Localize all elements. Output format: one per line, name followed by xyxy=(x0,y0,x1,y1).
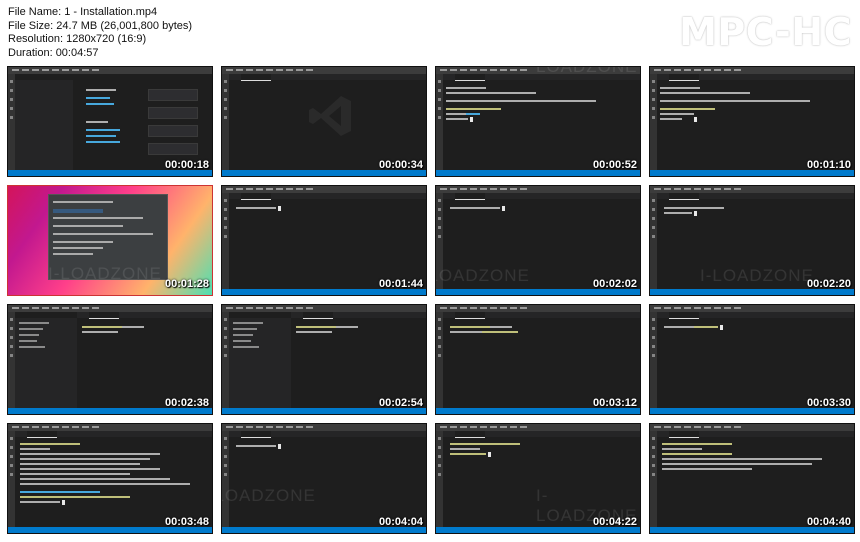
activity-bar xyxy=(222,312,229,408)
timestamp: 00:01:44 xyxy=(378,278,423,290)
file-size: File Size: 24.7 MB (26,001,800 bytes) xyxy=(8,19,193,32)
vscode-logo-icon xyxy=(309,96,351,136)
activity-bar xyxy=(8,431,15,527)
thumbnail-15[interactable]: 00:04:22 I-LOADZONE xyxy=(435,423,641,534)
activity-bar xyxy=(436,431,443,527)
timestamp: 00:01:10 xyxy=(806,159,851,171)
thumbnail-4[interactable]: 00:01:10 xyxy=(649,66,855,177)
timestamp: 00:03:48 xyxy=(164,516,209,528)
watermark: I-LOADZONE xyxy=(436,266,530,285)
thumbnail-10[interactable]: 00:02:54 xyxy=(221,304,427,415)
resolution: Resolution: 1280x720 (16:9) xyxy=(8,33,147,46)
timestamp: 00:04:40 xyxy=(806,516,851,528)
activity-bar xyxy=(8,74,15,170)
timestamp: 00:01:28 xyxy=(164,278,209,290)
vscode-menubar xyxy=(8,67,212,74)
thumbnail-grid: 00:00:18 00:00:34 I-LOADZONE 00:00:52 I-… xyxy=(7,66,855,534)
thumbnail-11[interactable]: 00:03:12 xyxy=(435,304,641,415)
watermark: I-LOADZONE xyxy=(700,266,814,285)
activity-bar xyxy=(222,74,229,170)
duration: Duration: 00:04:57 xyxy=(8,46,99,59)
thumbnail-16[interactable]: 00:04:40 xyxy=(649,423,855,534)
thumbnail-9[interactable]: 00:02:38 xyxy=(7,304,213,415)
mpc-hc-logo: MPC-HC xyxy=(679,10,852,54)
timestamp: 00:04:04 xyxy=(378,516,423,528)
thumbnail-13[interactable]: 00:03:48 xyxy=(7,423,213,534)
thumbnail-7[interactable]: 00:02:02 I-LOADZONE xyxy=(435,185,641,296)
timestamp: 00:04:22 xyxy=(592,516,637,528)
activity-bar xyxy=(8,312,15,408)
thumbnail-1[interactable]: 00:00:18 xyxy=(7,66,213,177)
activity-bar xyxy=(436,312,443,408)
thumbnail-8[interactable]: 00:02:20 I-LOADZONE xyxy=(649,185,855,296)
thumbnail-5[interactable]: 00:01:28 I-LOADZONE xyxy=(7,185,213,296)
thumbnail-2[interactable]: 00:00:34 I-LOADZONE xyxy=(221,66,427,177)
activity-bar xyxy=(436,193,443,289)
activity-bar xyxy=(650,431,657,527)
timestamp: 00:00:18 xyxy=(164,159,209,171)
watermark: I-LOADZONE xyxy=(222,486,316,505)
timestamp: 00:02:02 xyxy=(592,278,637,290)
thumbnail-3[interactable]: 00:00:52 I-LOADZONE xyxy=(435,66,641,177)
installer-dialog xyxy=(48,194,168,280)
timestamp: 00:03:30 xyxy=(806,397,851,409)
activity-bar xyxy=(650,74,657,170)
thumbnail-6[interactable]: 00:01:44 xyxy=(221,185,427,296)
thumbnail-12[interactable]: 00:03:30 xyxy=(649,304,855,415)
thumbnail-14[interactable]: 00:04:04 I-LOADZONE xyxy=(221,423,427,534)
timestamp: 00:03:12 xyxy=(592,397,637,409)
timestamp: 00:02:38 xyxy=(164,397,209,409)
activity-bar xyxy=(436,74,443,170)
timestamp: 00:02:54 xyxy=(378,397,423,409)
timestamp: 00:00:34 xyxy=(378,159,423,171)
timestamp: 00:02:20 xyxy=(806,278,851,290)
activity-bar xyxy=(650,193,657,289)
file-info: File Name: 1 - Installation.mp4 File Siz… xyxy=(8,6,192,60)
file-name: File Name: 1 - Installation.mp4 xyxy=(8,6,158,18)
activity-bar xyxy=(650,312,657,408)
activity-bar xyxy=(222,431,229,527)
explorer-sidebar xyxy=(15,80,73,170)
timestamp: 00:00:52 xyxy=(592,159,637,171)
activity-bar xyxy=(222,193,229,289)
